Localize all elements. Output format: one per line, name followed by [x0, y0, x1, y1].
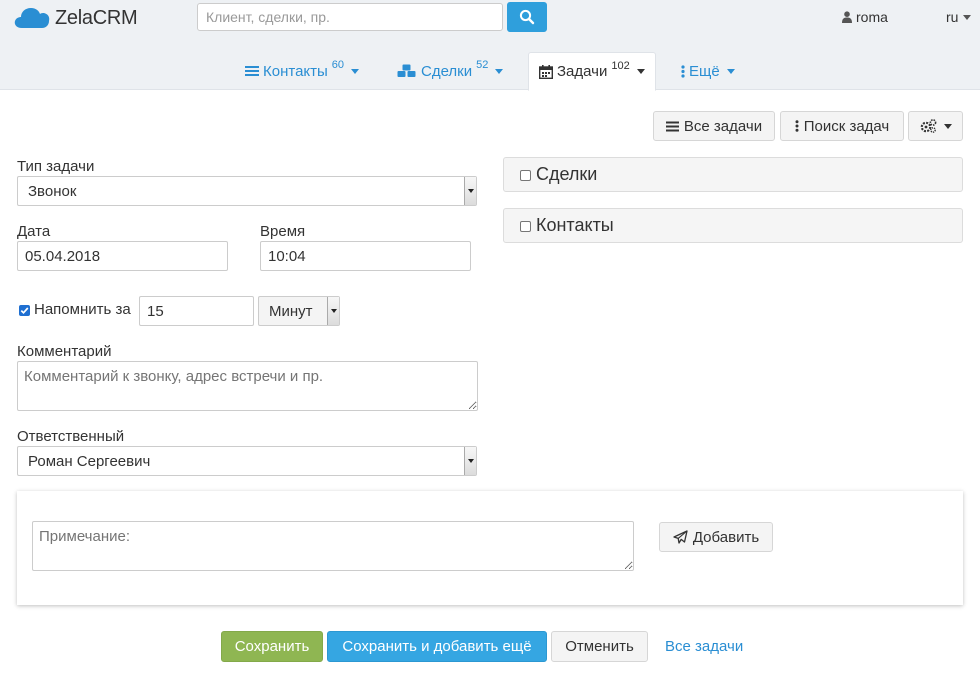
cancel-button[interactable]: Отменить	[551, 631, 648, 662]
tab-more[interactable]: Ещё	[681, 52, 735, 90]
remind-unit-select[interactable]: Минут	[258, 296, 340, 326]
comment-label: Комментарий	[17, 343, 112, 360]
remind-amount-value: 15	[147, 302, 164, 320]
vertical-ellipsis-icon	[681, 64, 685, 78]
save-button[interactable]: Сохранить	[221, 631, 323, 662]
cloud-icon	[14, 8, 50, 28]
tab-deals[interactable]: Сделки 52	[397, 52, 504, 90]
chevron-down-icon	[726, 68, 735, 74]
remind-label: Напомнить за	[34, 301, 131, 318]
add-note-button[interactable]: Добавить	[659, 522, 773, 552]
tab-count: 102	[611, 59, 630, 72]
date-field[interactable]: 05.04.2018	[17, 241, 228, 271]
contacts-panel[interactable]: Контакты	[503, 208, 963, 243]
top-header: ZelaCRM roma ru Контакты 60	[0, 0, 980, 91]
tab-count: 52	[476, 59, 489, 71]
time-label: Время	[260, 223, 306, 240]
tab-count: 60	[331, 59, 345, 71]
list-icon	[665, 121, 679, 131]
settings-dropdown-button[interactable]	[908, 111, 963, 141]
tab-contacts[interactable]: Контакты 60	[245, 52, 360, 90]
responsible-label: Ответственный	[17, 428, 125, 445]
deals-panel-label: Сделки	[536, 164, 598, 184]
main-tabs: Контакты 60 Сделки 52 Задачи 102 Ещё	[0, 52, 980, 91]
chevron-down-icon	[963, 14, 972, 20]
language-label: ru	[946, 9, 959, 25]
chevron-down-icon	[327, 297, 339, 325]
remind-amount-field[interactable]: 15	[139, 296, 254, 326]
search-tasks-label: Поиск задач	[803, 117, 890, 135]
tab-label: Задачи	[557, 63, 608, 80]
check-icon	[20, 307, 29, 315]
time-value: 10:04	[268, 247, 306, 265]
save-and-add-button[interactable]: Сохранить и добавить ещё	[327, 631, 547, 662]
remind-unit-value: Минут	[269, 302, 313, 320]
date-label: Дата	[17, 223, 51, 240]
cogs-icon	[920, 119, 936, 133]
all-tasks-button[interactable]: Все задачи	[653, 111, 775, 141]
chevron-down-icon	[495, 68, 504, 74]
logo-text: ZelaCRM	[55, 6, 138, 29]
tab-label: Ещё	[689, 62, 720, 80]
contacts-checkbox[interactable]	[520, 221, 531, 232]
task-type-select[interactable]: Звонок	[17, 176, 477, 206]
date-value: 05.04.2018	[25, 247, 101, 265]
chevron-down-icon	[351, 68, 360, 74]
task-type-label: Тип задачи	[17, 158, 95, 175]
language-selector[interactable]: ru	[946, 9, 972, 25]
cubes-icon	[397, 64, 416, 77]
user-name: roma	[856, 9, 888, 25]
search-button[interactable]	[507, 2, 547, 32]
responsible-value: Роман Сергеевич	[28, 452, 151, 470]
chevron-down-icon	[464, 447, 476, 475]
chevron-down-icon	[464, 177, 476, 205]
deals-checkbox[interactable]	[520, 170, 531, 181]
add-note-label: Добавить	[692, 528, 760, 546]
user-icon	[842, 11, 852, 23]
all-tasks-label: Все задачи	[683, 117, 763, 135]
tab-label: Сделки	[421, 62, 473, 80]
user-menu[interactable]: roma	[842, 9, 888, 25]
task-type-value: Звонок	[28, 182, 77, 200]
chevron-down-icon	[636, 69, 645, 74]
calendar-icon	[539, 64, 553, 79]
contacts-panel-label: Контакты	[536, 215, 614, 235]
deals-panel[interactable]: Сделки	[503, 157, 963, 192]
search-input[interactable]	[197, 3, 503, 31]
search-icon	[519, 9, 535, 25]
logo[interactable]: ZelaCRM	[13, 5, 138, 31]
chevron-down-icon	[943, 123, 952, 129]
list-icon	[245, 66, 259, 76]
responsible-select[interactable]: Роман Сергеевич	[17, 446, 477, 476]
vertical-ellipsis-icon	[795, 120, 799, 132]
all-tasks-link[interactable]: Все задачи	[665, 638, 743, 655]
comment-textarea[interactable]	[17, 361, 478, 411]
time-field[interactable]: 10:04	[260, 241, 471, 271]
tab-label: Контакты	[263, 62, 328, 80]
paper-plane-icon	[673, 530, 688, 544]
note-card: Добавить	[17, 491, 963, 605]
search-tasks-button[interactable]: Поиск задач	[780, 111, 904, 141]
remind-checkbox[interactable]	[19, 305, 30, 316]
tab-tasks[interactable]: Задачи 102	[528, 52, 656, 91]
note-textarea[interactable]	[32, 521, 634, 571]
